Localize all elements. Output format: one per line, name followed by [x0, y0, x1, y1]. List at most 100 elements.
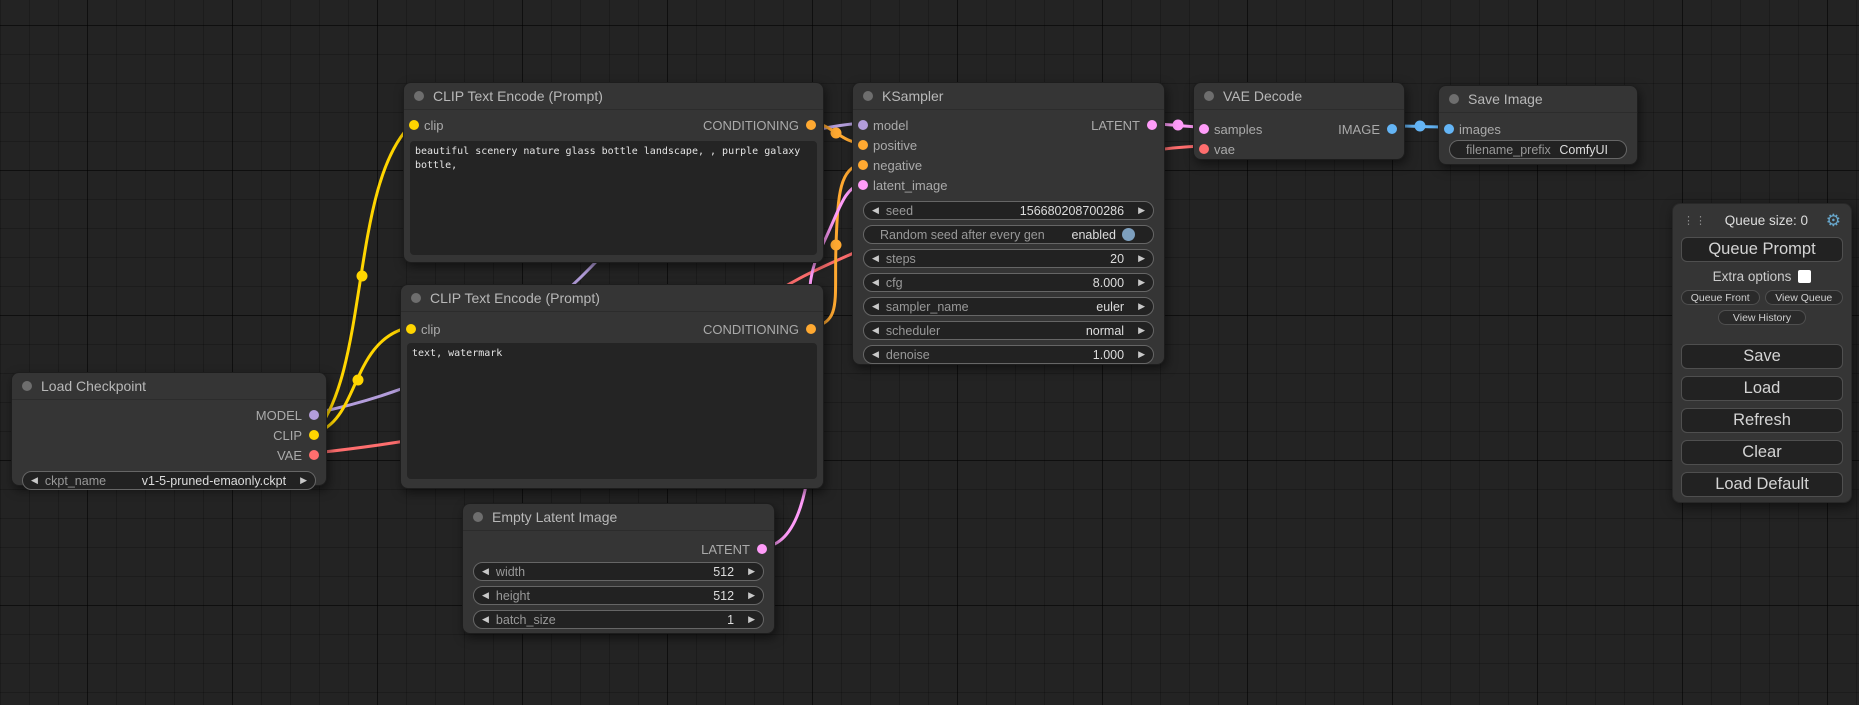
- collapse-dot-icon[interactable]: [473, 512, 483, 522]
- node-title-bar[interactable]: VAE Decode: [1194, 83, 1404, 110]
- increment-arrow-icon[interactable]: ▶: [1138, 302, 1145, 311]
- toggle-dot-icon[interactable]: [1122, 228, 1135, 241]
- collapse-dot-icon[interactable]: [1204, 91, 1214, 101]
- increment-arrow-icon[interactable]: ▶: [748, 591, 755, 600]
- node-title-bar[interactable]: Save Image: [1439, 86, 1637, 113]
- filename-prefix-widget[interactable]: filename_prefix ComfyUI: [1449, 140, 1627, 159]
- widget-label: batch_size: [496, 613, 556, 627]
- input-label: images: [1459, 122, 1501, 137]
- link-dot: [831, 240, 842, 251]
- widget-value: 1.000: [1093, 348, 1124, 362]
- decrement-arrow-icon[interactable]: ◀: [872, 326, 879, 335]
- increment-arrow-icon[interactable]: ▶: [1138, 206, 1145, 215]
- random-seed-toggle-widget[interactable]: Random seed after every gen enabled: [863, 225, 1154, 244]
- node-clip-text-encode-positive[interactable]: CLIP Text Encode (Prompt) clip CONDITION…: [403, 82, 824, 263]
- negative-input-slot[interactable]: [858, 160, 868, 170]
- node-ksampler[interactable]: KSampler model LATENT positive negative …: [852, 82, 1165, 365]
- link-dot: [1173, 120, 1184, 131]
- node-clip-text-encode-negative[interactable]: CLIP Text Encode (Prompt) clip CONDITION…: [400, 284, 824, 489]
- increment-arrow-icon[interactable]: ▶: [1138, 278, 1145, 287]
- width-widget[interactable]: ◀ width 512 ▶: [473, 562, 764, 581]
- increment-arrow-icon[interactable]: ▶: [1138, 350, 1145, 359]
- load-button[interactable]: Load: [1681, 376, 1843, 401]
- collapse-dot-icon[interactable]: [414, 91, 424, 101]
- scheduler-widget[interactable]: ◀ scheduler normal ▶: [863, 321, 1154, 340]
- vae-input-slot[interactable]: [1199, 144, 1209, 154]
- settings-gear-icon[interactable]: ⚙: [1826, 212, 1841, 229]
- batch-size-widget[interactable]: ◀ batch_size 1 ▶: [473, 610, 764, 629]
- widget-label: ckpt_name: [45, 474, 106, 488]
- decrement-arrow-icon[interactable]: ◀: [872, 302, 879, 311]
- sampler-name-widget[interactable]: ◀ sampler_name euler ▶: [863, 297, 1154, 316]
- conditioning-output-slot[interactable]: [806, 120, 816, 130]
- load-default-button[interactable]: Load Default: [1681, 472, 1843, 497]
- latent-output-slot[interactable]: [757, 544, 767, 554]
- increment-arrow-icon[interactable]: ▶: [1138, 254, 1145, 263]
- vae-output-slot[interactable]: [309, 450, 319, 460]
- negative-prompt-textarea[interactable]: text, watermark: [407, 343, 817, 479]
- view-history-button[interactable]: View History: [1718, 310, 1806, 325]
- clip-input-slot[interactable]: [406, 324, 416, 334]
- decrement-arrow-icon[interactable]: ◀: [872, 206, 879, 215]
- height-widget[interactable]: ◀ height 512 ▶: [473, 586, 764, 605]
- cfg-widget[interactable]: ◀ cfg 8.000 ▶: [863, 273, 1154, 292]
- link-dot: [353, 375, 364, 386]
- queue-prompt-button[interactable]: Queue Prompt: [1681, 237, 1843, 262]
- denoise-widget[interactable]: ◀ denoise 1.000 ▶: [863, 345, 1154, 364]
- node-title-bar[interactable]: Empty Latent Image: [463, 504, 774, 531]
- image-output-slot[interactable]: [1387, 124, 1397, 134]
- decrement-arrow-icon[interactable]: ◀: [482, 615, 489, 624]
- queue-front-button[interactable]: Queue Front: [1681, 290, 1760, 305]
- decrement-arrow-icon[interactable]: ◀: [872, 254, 879, 263]
- view-queue-button[interactable]: View Queue: [1765, 290, 1844, 305]
- clip-output-slot[interactable]: [309, 430, 319, 440]
- extra-options-checkbox[interactable]: [1798, 270, 1811, 283]
- increment-arrow-icon[interactable]: ▶: [1138, 326, 1145, 335]
- save-button[interactable]: Save: [1681, 344, 1843, 369]
- input-label: clip: [421, 322, 441, 337]
- seed-widget[interactable]: ◀ seed 156680208700286 ▶: [863, 201, 1154, 220]
- latent-image-input-slot[interactable]: [858, 180, 868, 190]
- node-vae-decode[interactable]: VAE Decode samples IMAGE vae: [1193, 82, 1405, 160]
- decrement-arrow-icon[interactable]: ◀: [482, 591, 489, 600]
- refresh-button[interactable]: Refresh: [1681, 408, 1843, 433]
- node-save-image[interactable]: Save Image images filename_prefix ComfyU…: [1438, 85, 1638, 165]
- output-label: IMAGE: [1338, 122, 1380, 137]
- steps-widget[interactable]: ◀ steps 20 ▶: [863, 249, 1154, 268]
- slot-row-positive: positive: [853, 135, 1164, 155]
- node-title-bar[interactable]: KSampler: [853, 83, 1164, 110]
- conditioning-output-slot[interactable]: [806, 324, 816, 334]
- node-graph-canvas[interactable]: Load Checkpoint MODEL CLIP VAE ◀ ckpt_na…: [0, 0, 1859, 705]
- images-input-slot[interactable]: [1444, 124, 1454, 134]
- node-load-checkpoint[interactable]: Load Checkpoint MODEL CLIP VAE ◀ ckpt_na…: [11, 372, 327, 486]
- node-title-bar[interactable]: CLIP Text Encode (Prompt): [404, 83, 823, 110]
- model-input-slot[interactable]: [858, 120, 868, 130]
- collapse-dot-icon[interactable]: [22, 381, 32, 391]
- input-label: samples: [1214, 122, 1262, 137]
- node-title-bar[interactable]: CLIP Text Encode (Prompt): [401, 285, 823, 312]
- collapse-dot-icon[interactable]: [1449, 94, 1459, 104]
- clip-input-slot[interactable]: [409, 120, 419, 130]
- increment-arrow-icon[interactable]: ▶: [748, 615, 755, 624]
- samples-input-slot[interactable]: [1199, 124, 1209, 134]
- collapse-dot-icon[interactable]: [411, 293, 421, 303]
- slot-row: clip CONDITIONING: [404, 115, 823, 135]
- decrement-arrow-icon[interactable]: ◀: [31, 476, 38, 485]
- drag-handle-icon[interactable]: ⋮⋮: [1683, 214, 1707, 227]
- node-title-bar[interactable]: Load Checkpoint: [12, 373, 326, 400]
- latent-output-slot[interactable]: [1147, 120, 1157, 130]
- ckpt-name-widget[interactable]: ◀ ckpt_name v1-5-pruned-emaonly.ckpt ▶: [22, 471, 316, 490]
- node-empty-latent-image[interactable]: Empty Latent Image LATENT ◀ width 512 ▶ …: [462, 503, 775, 634]
- decrement-arrow-icon[interactable]: ◀: [482, 567, 489, 576]
- decrement-arrow-icon[interactable]: ◀: [872, 350, 879, 359]
- clear-button[interactable]: Clear: [1681, 440, 1843, 465]
- positive-input-slot[interactable]: [858, 140, 868, 150]
- decrement-arrow-icon[interactable]: ◀: [872, 278, 879, 287]
- increment-arrow-icon[interactable]: ▶: [300, 476, 307, 485]
- positive-prompt-textarea[interactable]: beautiful scenery nature glass bottle la…: [410, 141, 817, 255]
- input-label: vae: [1214, 142, 1235, 157]
- increment-arrow-icon[interactable]: ▶: [748, 567, 755, 576]
- collapse-dot-icon[interactable]: [863, 91, 873, 101]
- model-output-slot[interactable]: [309, 410, 319, 420]
- widget-label: height: [496, 589, 530, 603]
